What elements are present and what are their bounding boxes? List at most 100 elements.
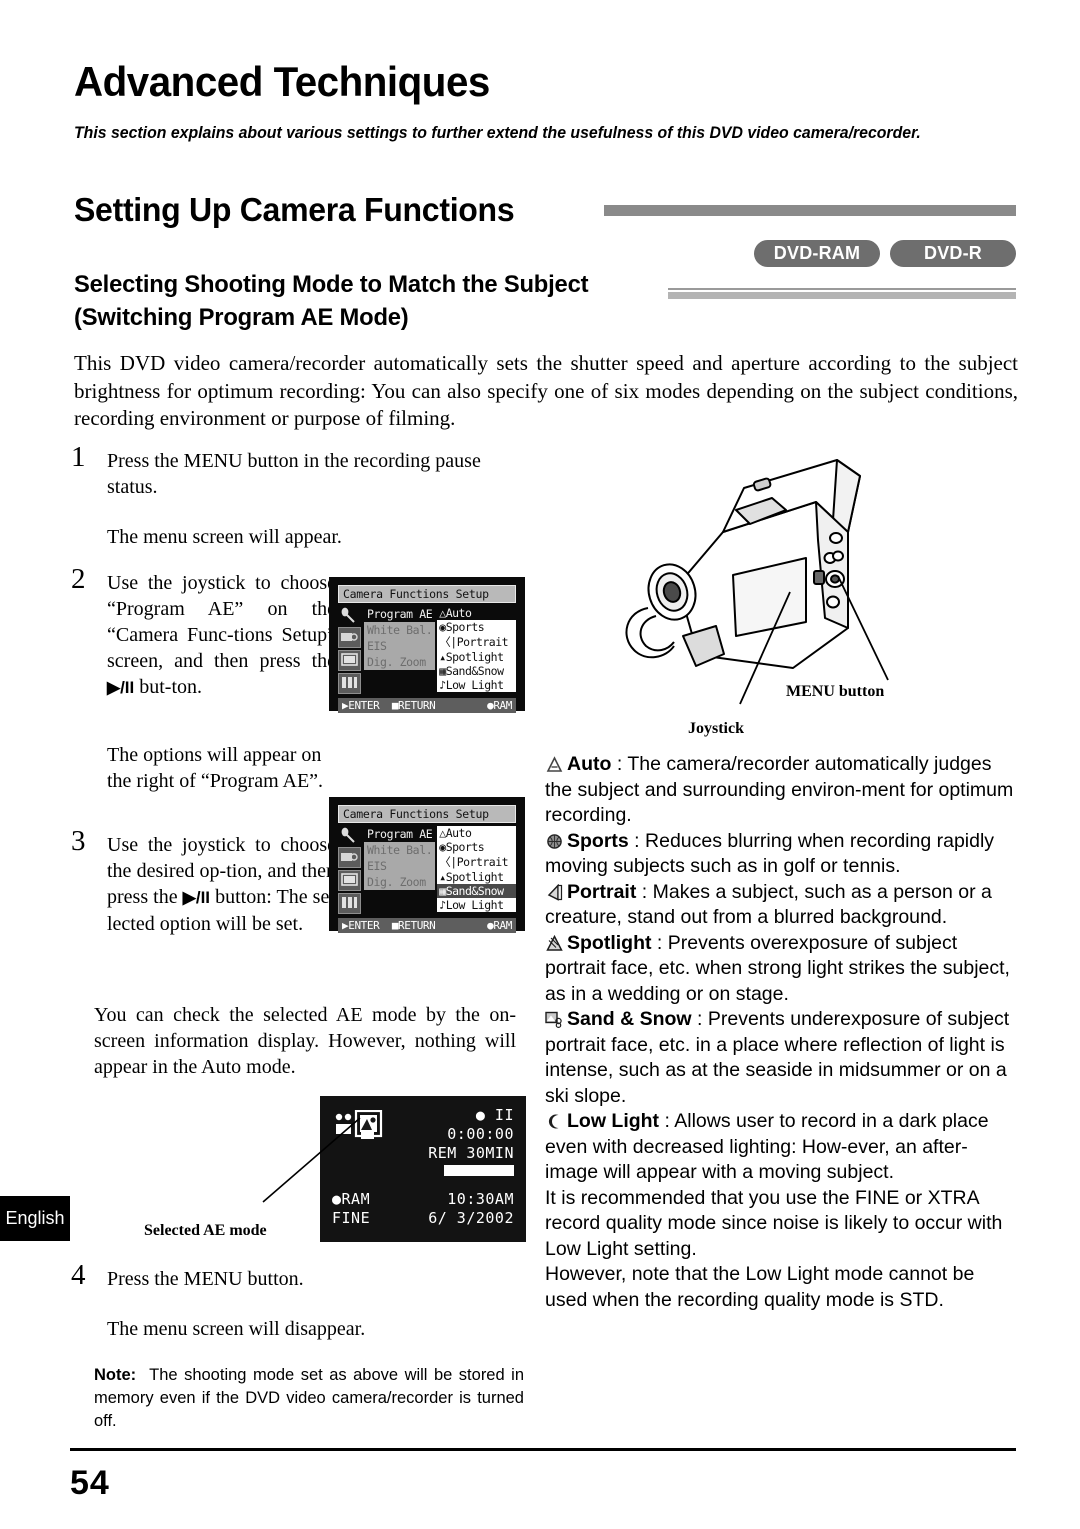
osd-recording-status: ● II 0:00:00 REM 30MIN: [428, 1106, 514, 1176]
option-auto[interactable]: △Auto: [437, 606, 516, 620]
step-1-result: The menu screen will appear.: [107, 526, 342, 548]
menu-row-white-bal[interactable]: White Bal.: [364, 842, 436, 858]
menu-rows: Program AE White Bal. EIS Dig. Zoom: [364, 826, 436, 914]
ae-modes-list: Auto : The camera/recorder automatically…: [545, 752, 1017, 1313]
camera-icon: [338, 847, 361, 868]
play-pause-button-glyph: ▶/II: [107, 678, 135, 697]
step-1-number: 1: [71, 441, 86, 473]
option-sand-snow[interactable]: ▦Sand&Snow: [437, 884, 516, 898]
menu-footer: ▶ENTER ■RETURN ●RAM: [338, 698, 516, 713]
option-low-light[interactable]: ♪Low Light: [437, 678, 516, 692]
step-3: 3 Use the joystick to choose the desired …: [71, 827, 336, 937]
osd-datetime: 10:30AM 6/ 3/2002: [428, 1190, 514, 1228]
menu-options-list: △Auto ◉Sports 〈|Portrait ▴Spotlight ▦San…: [437, 826, 516, 914]
sandsnow-icon: [545, 1011, 564, 1028]
section-title: Setting Up Camera Functions: [74, 191, 515, 228]
check-paragraph: You can check the selected AE mode by th…: [94, 1004, 516, 1078]
menu-title: Camera Functions Setup: [338, 805, 516, 823]
lowlight-icon: [545, 1113, 564, 1130]
microphone-icon: [338, 826, 361, 845]
osd-remaining: REM 30MIN: [428, 1144, 514, 1162]
osd-clock: 10:30AM: [447, 1190, 514, 1208]
page-number: 54: [70, 1464, 110, 1502]
option-low-light[interactable]: ♪Low Light: [437, 898, 516, 912]
menu-row-eis[interactable]: EIS: [364, 638, 436, 654]
menu-screenshot-2: Camera Functions Setup Program AE White …: [329, 797, 525, 933]
mode-note-1: It is recommended that you use the FINE …: [545, 1186, 1003, 1260]
spotlight-icon: [545, 934, 564, 952]
menu-footer: ▶ENTER ■RETURN ●RAM: [338, 918, 516, 933]
option-sand-snow[interactable]: ▦Sand&Snow: [437, 664, 516, 678]
osd-date: 6/ 3/2002: [428, 1209, 514, 1227]
step-4-result: The menu screen will disappear.: [107, 1318, 366, 1340]
mode-sand-snow: Sand & Snow : Prevents underexposure of …: [545, 1008, 1010, 1107]
mode-note-2: However, note that the Low Light mode ca…: [545, 1263, 975, 1311]
note-text: The shooting mode set as above will be s…: [94, 1366, 524, 1430]
portrait-icon: 〈|: [439, 855, 457, 869]
mode-spotlight: Spotlight : Prevents overexposure of sub…: [545, 931, 1010, 1005]
step-2-text-b: but-ton.: [134, 676, 203, 698]
step-2: 2 Use the joystick to choose “Program AE”…: [71, 565, 336, 701]
mode-low-light: Low Light : Allows user to record in a d…: [545, 1110, 989, 1183]
sports-icon: [545, 833, 564, 850]
menu-row-white-bal[interactable]: White Bal.: [364, 622, 436, 638]
option-auto[interactable]: △Auto: [437, 826, 516, 840]
menu-icon-rail: [338, 606, 361, 694]
menu-icon-rail: [338, 826, 361, 914]
play-pause-button-glyph: ▶/II: [182, 888, 211, 907]
menu-screenshot-1: Camera Functions Setup Program AE White …: [329, 577, 525, 713]
option-portrait[interactable]: 〈|Portrait: [437, 634, 516, 650]
menu-row-program-ae[interactable]: Program AE: [364, 826, 435, 842]
subsection-title: Selecting Shooting Mode to Match the Sub…: [74, 271, 589, 331]
osd-rec-indicator: ● II: [475, 1106, 514, 1124]
manual-page: Advanced Techniques This section explain…: [0, 0, 1080, 1529]
initial-setup-icon: [338, 673, 361, 694]
badge-dvd-ram: DVD-RAM: [754, 240, 880, 267]
step-4-number: 4: [71, 1259, 86, 1291]
menu-button-label: MENU button: [786, 683, 885, 700]
joystick-label: Joystick: [688, 720, 744, 737]
chapter-title: Advanced Techniques: [74, 58, 490, 105]
menu-row-dig-zoom[interactable]: Dig. Zoom: [364, 654, 436, 670]
menu-options-list: △Auto ◉Sports 〈|Portrait ▴Spotlight ▦San…: [437, 606, 516, 694]
menu-rows: Program AE White Bal. EIS Dig. Zoom: [364, 606, 436, 694]
option-sports[interactable]: ◉Sports: [437, 620, 516, 634]
camera-icon: [338, 627, 361, 648]
step-2-result: The options will appear on the right of …: [107, 744, 324, 792]
option-portrait[interactable]: 〈|Portrait: [437, 854, 516, 870]
option-spotlight[interactable]: ▴Spotlight: [437, 870, 516, 884]
step-4-text: Press the MENU button.: [107, 1268, 304, 1290]
note-label: Note:: [94, 1366, 137, 1384]
step-2-number: 2: [71, 563, 86, 595]
step-2-text-a: Use the joystick to choose “Program AE” …: [107, 572, 336, 672]
osd-leader-line: [262, 1117, 361, 1203]
step-1: 1 Press the MENU button in the recording…: [71, 443, 534, 500]
footer-rule: [70, 1448, 1016, 1451]
osd-timecode: 0:00:00: [447, 1125, 514, 1143]
portrait-icon: 〈|: [439, 635, 457, 649]
osd-quality: FINE: [332, 1209, 371, 1227]
subsection-rule: [668, 288, 1016, 299]
language-tab: English: [0, 1196, 70, 1241]
disc-compatibility-badges: DVD-RAM DVD-R: [754, 240, 1016, 267]
step-1-text: Press the MENU button in the recording p…: [107, 450, 481, 498]
menu-row-dig-zoom[interactable]: Dig. Zoom: [364, 874, 436, 890]
menu-row-eis[interactable]: EIS: [364, 858, 436, 874]
mode-portrait: Portrait : Makes a subject, such as a pe…: [545, 880, 992, 929]
menu-title: Camera Functions Setup: [338, 585, 516, 603]
badge-dvd-r: DVD-R: [890, 240, 1016, 267]
mode-sports: Sports : Reduces blurring when recording…: [545, 829, 995, 878]
initial-setup-icon: [338, 893, 361, 914]
option-sports[interactable]: ◉Sports: [437, 840, 516, 854]
intro-paragraph: This DVD video camera/recorder automatic…: [74, 351, 1018, 430]
mode-auto: Auto : The camera/recorder automatically…: [545, 753, 1014, 826]
note-block: Note: The shooting mode set as above wil…: [94, 1364, 524, 1433]
microphone-icon: [338, 606, 361, 625]
osd-caption: Selected AE mode: [144, 1222, 267, 1239]
menu-row-program-ae[interactable]: Program AE: [364, 606, 435, 622]
option-spotlight[interactable]: ▴Spotlight: [437, 650, 516, 664]
disc-navigation-icon: [338, 870, 361, 891]
step-3-number: 3: [71, 825, 86, 857]
auto-icon: [545, 756, 564, 773]
section-rule: [604, 205, 1016, 216]
